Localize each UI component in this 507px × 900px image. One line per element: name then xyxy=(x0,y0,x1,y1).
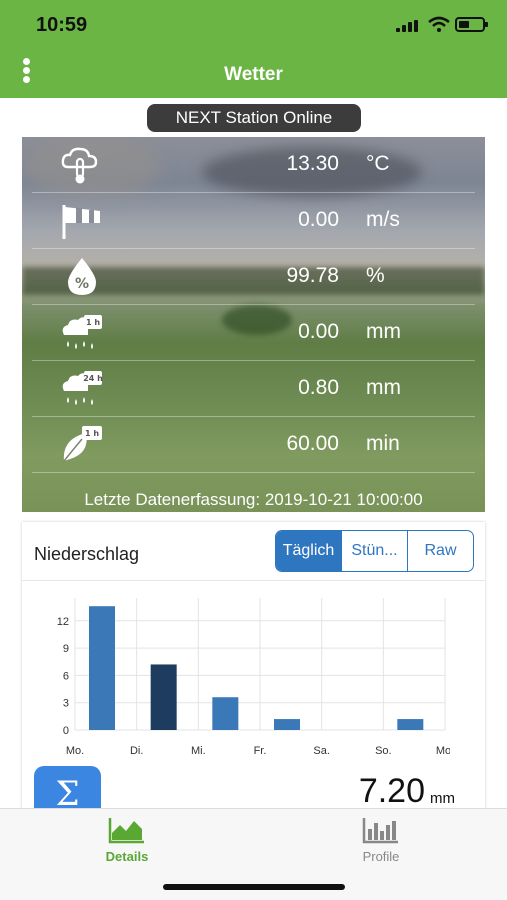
battery-icon xyxy=(455,17,488,32)
x-tick-label: Mo. xyxy=(436,745,450,757)
measurement-row-humidity: % 99.78 % xyxy=(22,249,485,305)
chart-bar xyxy=(274,719,300,730)
y-tick-label: 9 xyxy=(63,643,69,655)
rain-24h-icon: 24 h xyxy=(62,371,103,405)
windsock-icon xyxy=(62,205,100,239)
svg-text:1 h: 1 h xyxy=(86,318,100,327)
chart-bar xyxy=(89,606,115,730)
measurement-unit: % xyxy=(366,264,385,287)
segment-daily[interactable]: Täglich xyxy=(276,531,341,571)
rain-1h-icon: 1 h xyxy=(62,315,102,349)
svg-text:%: % xyxy=(75,276,89,292)
chart-bar xyxy=(397,719,424,730)
page-title: Wetter xyxy=(224,64,283,85)
precipitation-chart: 0 3 6 9 12 Mo. Di. Mi. Fr. Sa. So. Mo. xyxy=(57,598,450,757)
y-tick-label: 12 xyxy=(57,616,69,628)
tab-label: Details xyxy=(105,849,149,864)
row-divider xyxy=(32,472,475,473)
total-value: 7.20 xyxy=(358,772,425,810)
leaf-wetness-icon: 1 h xyxy=(63,426,102,462)
svg-text:24 h: 24 h xyxy=(83,374,103,383)
measurement-value: 60.00 xyxy=(286,432,339,455)
y-tick-label: 3 xyxy=(63,698,69,710)
tab-label: Profile xyxy=(362,849,400,864)
humidity-drop-icon: % xyxy=(68,258,96,295)
last-update-text: Letzte Datenerfassung: 2019-10-21 10:00:… xyxy=(84,490,423,509)
measurement-row-rain-24h: 24 h 0.80 mm xyxy=(22,361,485,417)
svg-text:1 h: 1 h xyxy=(85,429,99,438)
x-tick-label: Fr. xyxy=(254,745,267,757)
tab-profile[interactable]: Profile xyxy=(326,815,436,864)
measurement-row-temperature: 13.30 °C xyxy=(22,137,485,193)
measurement-value: 99.78 xyxy=(286,264,339,287)
x-tick-label: Sa. xyxy=(313,745,330,757)
station-status-badge: NEXT Station Online xyxy=(147,104,361,132)
x-tick-label: Mi. xyxy=(191,745,206,757)
y-tick-label: 0 xyxy=(63,725,69,737)
measurement-unit: m/s xyxy=(366,208,400,231)
total-unit: mm xyxy=(430,790,455,807)
y-tick-label: 6 xyxy=(63,670,69,682)
segment-raw[interactable]: Raw xyxy=(407,531,473,571)
wifi-icon xyxy=(428,16,450,32)
x-tick-label: So. xyxy=(375,745,392,757)
measurement-value: 0.00 xyxy=(298,320,339,343)
measurement-unit: min xyxy=(366,432,400,455)
chart-bar xyxy=(150,664,177,730)
segment-hourly[interactable]: Stün... xyxy=(341,531,407,571)
status-time: 10:59 xyxy=(36,14,88,36)
measurement-value: 13.30 xyxy=(286,152,339,175)
interval-segmented-control: Täglich Stün... Raw xyxy=(275,530,474,572)
divider xyxy=(22,580,485,581)
area-chart-icon xyxy=(108,818,144,844)
weather-panel: 13.30 °C 0.00 m/s % 99.78 % 1 h 0.00 mm … xyxy=(22,137,485,512)
measurement-row-rain-1h: 1 h 0.00 mm xyxy=(22,305,485,361)
thermometer-cloud-icon xyxy=(61,147,98,184)
measurement-value: 0.00 xyxy=(298,208,339,231)
app-header: Wetter xyxy=(0,52,507,98)
signal-icon xyxy=(396,20,424,32)
measurement-unit: °C xyxy=(366,152,390,175)
measurement-unit: mm xyxy=(366,320,401,343)
tab-details[interactable]: Details xyxy=(72,815,182,864)
measurement-row-leaf-wetness: 1 h 60.00 min xyxy=(22,417,485,473)
chart-bar xyxy=(212,697,239,730)
status-bar: 10:59 xyxy=(0,0,507,52)
measurement-unit: mm xyxy=(366,376,401,399)
home-indicator xyxy=(163,884,345,890)
measurement-value: 0.80 xyxy=(298,376,339,399)
card-title: Niederschlag xyxy=(34,544,140,564)
x-tick-label: Di. xyxy=(130,745,143,757)
x-tick-label: Mo. xyxy=(66,745,84,757)
bar-chart-icon xyxy=(362,818,398,844)
measurement-row-wind: 0.00 m/s xyxy=(22,193,485,249)
